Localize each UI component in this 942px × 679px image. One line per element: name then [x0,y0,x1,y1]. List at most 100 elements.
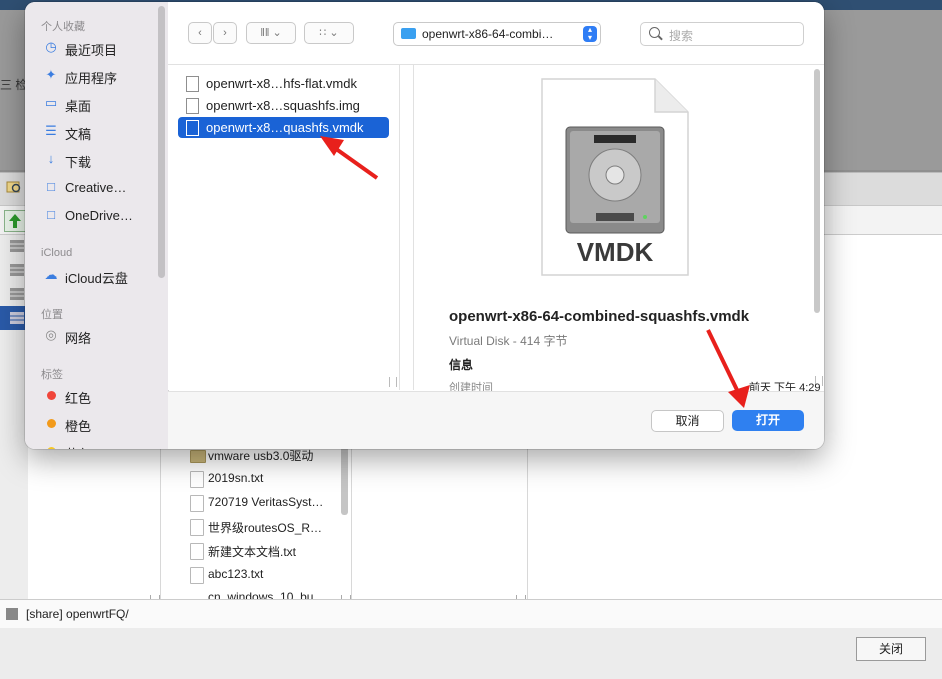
up-arrow-icon[interactable] [4,210,26,232]
sidebar-item-desktop[interactable]: ▭ 桌面 [41,93,161,115]
preview-info-heading: 信息 [449,358,474,372]
background-footer: 关闭 [0,628,942,679]
background-path-bar: [share] openwrtFQ/ [0,599,942,628]
preview-file-name: openwrt-x86-64-combined-squashfs.vmdk [449,308,750,325]
column-scrollbar[interactable] [389,377,397,387]
globe-icon: ◎ [45,327,57,342]
file-name: cn_windows_10_bu… [208,590,326,599]
document-icon: ☰ [45,123,57,138]
tag-dot-icon [47,419,56,428]
list-item[interactable]: 720719 VeritasSyst… [190,495,323,512]
list-item[interactable]: cn_windows_10_bu… [208,590,325,599]
view-grid-button[interactable]: ∷ ⌄ [304,22,354,44]
file-name: openwrt-x8…hfs-flat.vmdk [206,76,357,91]
file-name: abc123.txt [208,567,264,581]
sidebar-item-label: 红色 [65,391,92,406]
chevron-down-icon: ⌄ [329,27,339,39]
folder-icon [190,450,206,463]
list-item[interactable]: abc123.txt [190,567,264,584]
file-icon [190,519,204,536]
search-placeholder: 搜索 [669,29,694,43]
search-input[interactable]: 搜索 [640,22,804,46]
vmdk-document-icon: VMDK [541,78,689,276]
file-name: 新建文本文档.txt [208,545,297,559]
folder-icon: □ [47,179,55,194]
sidebar-item-tag-orange[interactable]: 橙色 [41,413,161,435]
list-item[interactable]: 世界级routesOS_R… [190,519,322,536]
cancel-button[interactable]: 取消 [651,410,724,432]
file-open-dialog: 个人收藏 ◷ 最近项目 ✦ 应用程序 ▭ 桌面 ☰ 文稿 ↓ 下载 □ Creative… … [25,2,824,449]
sidebar-item-label: 网络 [65,331,92,346]
sidebar-item-label: 黄色 [65,444,91,449]
sidebar-item-tag-yellow[interactable]: 黄色 [41,441,161,449]
grid-view-icon: ∷ [319,27,327,39]
sidebar-item-tag-red[interactable]: 红色 [41,385,161,407]
drive-icon[interactable] [10,240,24,252]
sidebar-item-downloads[interactable]: ↓ 下载 [41,149,161,171]
sidebar-section-favorites: 个人收藏 [41,21,85,33]
applications-icon: ✦ [45,67,57,82]
file-row[interactable]: openwrt-x8…squashfs.img [178,95,389,116]
sidebar-item-onedrive[interactable]: □ OneDrive… [41,205,161,227]
close-button[interactable]: 关闭 [856,637,926,661]
list-item[interactable]: 2019sn.txt [190,471,263,488]
sidebar: 个人收藏 ◷ 最近项目 ✦ 应用程序 ▭ 桌面 ☰ 文稿 ↓ 下载 □ Creative… … [25,2,169,449]
columns-view-icon: ‖‖ [260,27,270,39]
tag-dot-icon [47,391,56,400]
sidebar-section-icloud: iCloud [41,247,73,259]
view-columns-button[interactable]: ‖‖ ⌄ [246,22,296,44]
file-row-selected[interactable]: openwrt-x8…quashfs.vmdk [178,117,389,138]
sidebar-item-recents[interactable]: ◷ 最近项目 [41,37,161,59]
chevron-down-icon: ⌄ [272,27,282,39]
preview-divider [413,65,414,390]
preview-file-kind: Virtual Disk - 414 字节 [449,334,568,348]
search-icon [649,27,660,38]
sidebar-item-label: 应用程序 [65,71,118,86]
search-window-icon [6,181,21,193]
drive-icon[interactable] [10,288,24,300]
dialog-toolbar: ‹ › ‖‖ ⌄ ∷ ⌄ openwrt-x86-64-combi… ▴ ▾ 搜索 [168,2,824,65]
back-button[interactable]: ‹ [188,22,212,44]
list-item[interactable]: vmware usb3.0驱动 [190,447,314,464]
sidebar-item-documents[interactable]: ☰ 文稿 [41,121,161,143]
sidebar-item-label: 文稿 [65,127,92,142]
sidebar-item-label: 最近项目 [65,43,118,58]
location-popup[interactable]: openwrt-x86-64-combi… ▴ ▾ [393,22,601,46]
sidebar-item-icloud-drive[interactable]: ☁ iCloud云盘 [41,265,161,287]
file-icon [186,76,199,92]
file-icon [190,495,204,512]
sidebar-item-label: 下载 [65,155,92,170]
sidebar-item-applications[interactable]: ✦ 应用程序 [41,65,161,87]
cloud-icon: ☁ [44,267,58,282]
current-path: [share] openwrtFQ/ [26,607,129,621]
forward-button[interactable]: › [213,22,237,44]
scrollbar-thumb[interactable] [814,69,820,313]
file-name: vmware usb3.0驱动 [208,449,314,463]
file-icon [190,567,204,584]
sidebar-item-label: iCloud云盘 [65,271,128,286]
sidebar-section-locations: 位置 [41,309,63,321]
sidebar-item-label: 橙色 [65,419,92,434]
folder-icon: □ [47,207,55,222]
list-item[interactable]: 新建文本文档.txt [190,543,297,560]
file-row[interactable]: openwrt-x8…hfs-flat.vmdk [178,73,389,94]
background-selected-item[interactable] [0,306,26,330]
sidebar-item-label: Creative… [65,180,127,195]
file-icon [186,120,199,136]
chevron-left-icon: ‹ [198,27,202,39]
sidebar-item-creative[interactable]: □ Creative… [41,177,161,199]
folder-icon [401,28,416,39]
sidebar-item-label: OneDrive… [65,208,133,223]
column-scrollbar[interactable] [341,445,348,515]
file-icon [186,98,199,114]
sidebar-item-network[interactable]: ◎ 网络 [41,325,161,347]
dialog-footer: 取消 打开 [168,391,824,449]
open-button[interactable]: 打开 [732,410,804,431]
chevron-right-icon: › [223,27,227,39]
clock-icon: ◷ [45,39,57,54]
file-name: openwrt-x8…squashfs.img [206,98,360,113]
preview-scrollbar[interactable] [812,65,822,313]
drive-icon[interactable] [10,264,24,276]
vmdk-badge: VMDK [577,237,654,267]
file-name: openwrt-x8…quashfs.vmdk [206,120,364,135]
